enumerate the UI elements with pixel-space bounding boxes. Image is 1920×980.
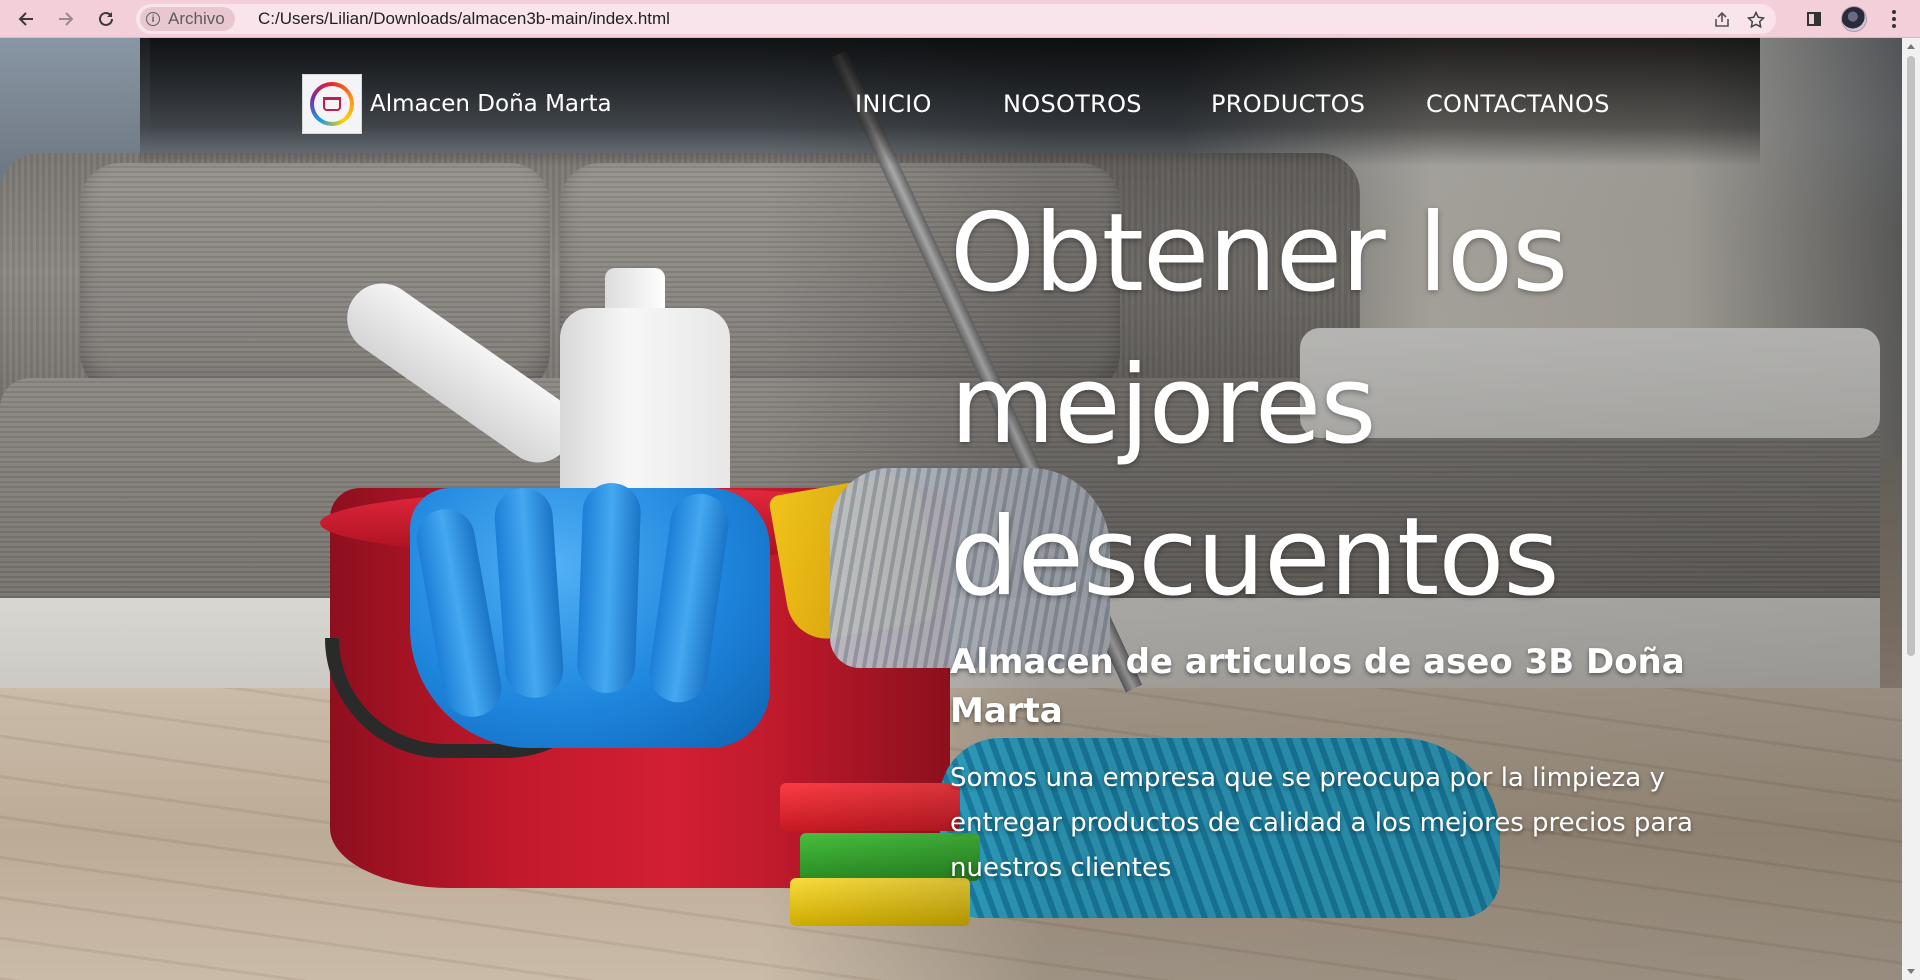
share-button[interactable] [1710, 8, 1734, 32]
scroll-down-arrow-icon[interactable] [1907, 969, 1915, 974]
site-info-chip[interactable]: i Archivo [140, 7, 235, 31]
brand-link[interactable]: Almacen Doña Marta [302, 74, 612, 134]
page-viewport: Almacen Doña Marta INICIO NOSOTROS PRODU… [0, 38, 1902, 980]
nav-link-contactanos[interactable]: CONTACTANOS [1426, 90, 1610, 118]
scroll-up-arrow-icon[interactable] [1907, 44, 1915, 49]
nav-link-nosotros[interactable]: NOSOTROS [1003, 90, 1142, 118]
reload-icon [99, 11, 113, 26]
hero-title: Obtener los mejores descuentos [950, 191, 1568, 620]
cart-logo-icon [310, 82, 354, 126]
brand-name: Almacen Doña Marta [370, 91, 612, 117]
back-button[interactable] [12, 5, 40, 33]
star-icon [1747, 11, 1765, 29]
browser-toolbar: i Archivo C:/Users/Lilian/Downloads/alma… [0, 0, 1920, 38]
side-panel-icon [1807, 12, 1821, 26]
vertical-scrollbar[interactable] [1902, 38, 1920, 980]
bookmark-button[interactable] [1744, 8, 1768, 32]
arrow-left-icon [18, 12, 33, 26]
profile-avatar [1841, 6, 1867, 32]
site-info-label: Archivo [168, 9, 225, 28]
hero-description: Somos una empresa que se preocupa por la… [950, 763, 1693, 883]
side-panel-button[interactable] [1800, 5, 1828, 33]
site-header: Almacen Doña Marta INICIO NOSOTROS PRODU… [140, 38, 1760, 166]
brand-logo [302, 74, 362, 134]
url-text[interactable]: C:/Users/Lilian/Downloads/almacen3b-main… [258, 9, 670, 29]
hero-subtitle: Almacen de articulos de aseo 3B Doña Mar… [950, 642, 1685, 731]
nav-link-productos[interactable]: PRODUCTOS [1211, 90, 1365, 118]
kebab-menu-icon [1892, 10, 1896, 28]
browser-menu-button[interactable] [1880, 5, 1908, 33]
profile-button[interactable] [1840, 5, 1868, 33]
info-icon: i [146, 12, 160, 26]
share-icon [1715, 11, 1729, 27]
forward-button[interactable] [52, 5, 80, 33]
scrollbar-thumb[interactable] [1907, 56, 1915, 656]
arrow-right-icon [59, 12, 74, 26]
hero-section: Obtener los mejores descuentos Almacen d… [950, 178, 1730, 891]
address-bar[interactable]: i Archivo C:/Users/Lilian/Downloads/alma… [136, 4, 1776, 34]
nav-link-inicio[interactable]: INICIO [855, 90, 932, 118]
reload-button[interactable] [92, 5, 120, 33]
